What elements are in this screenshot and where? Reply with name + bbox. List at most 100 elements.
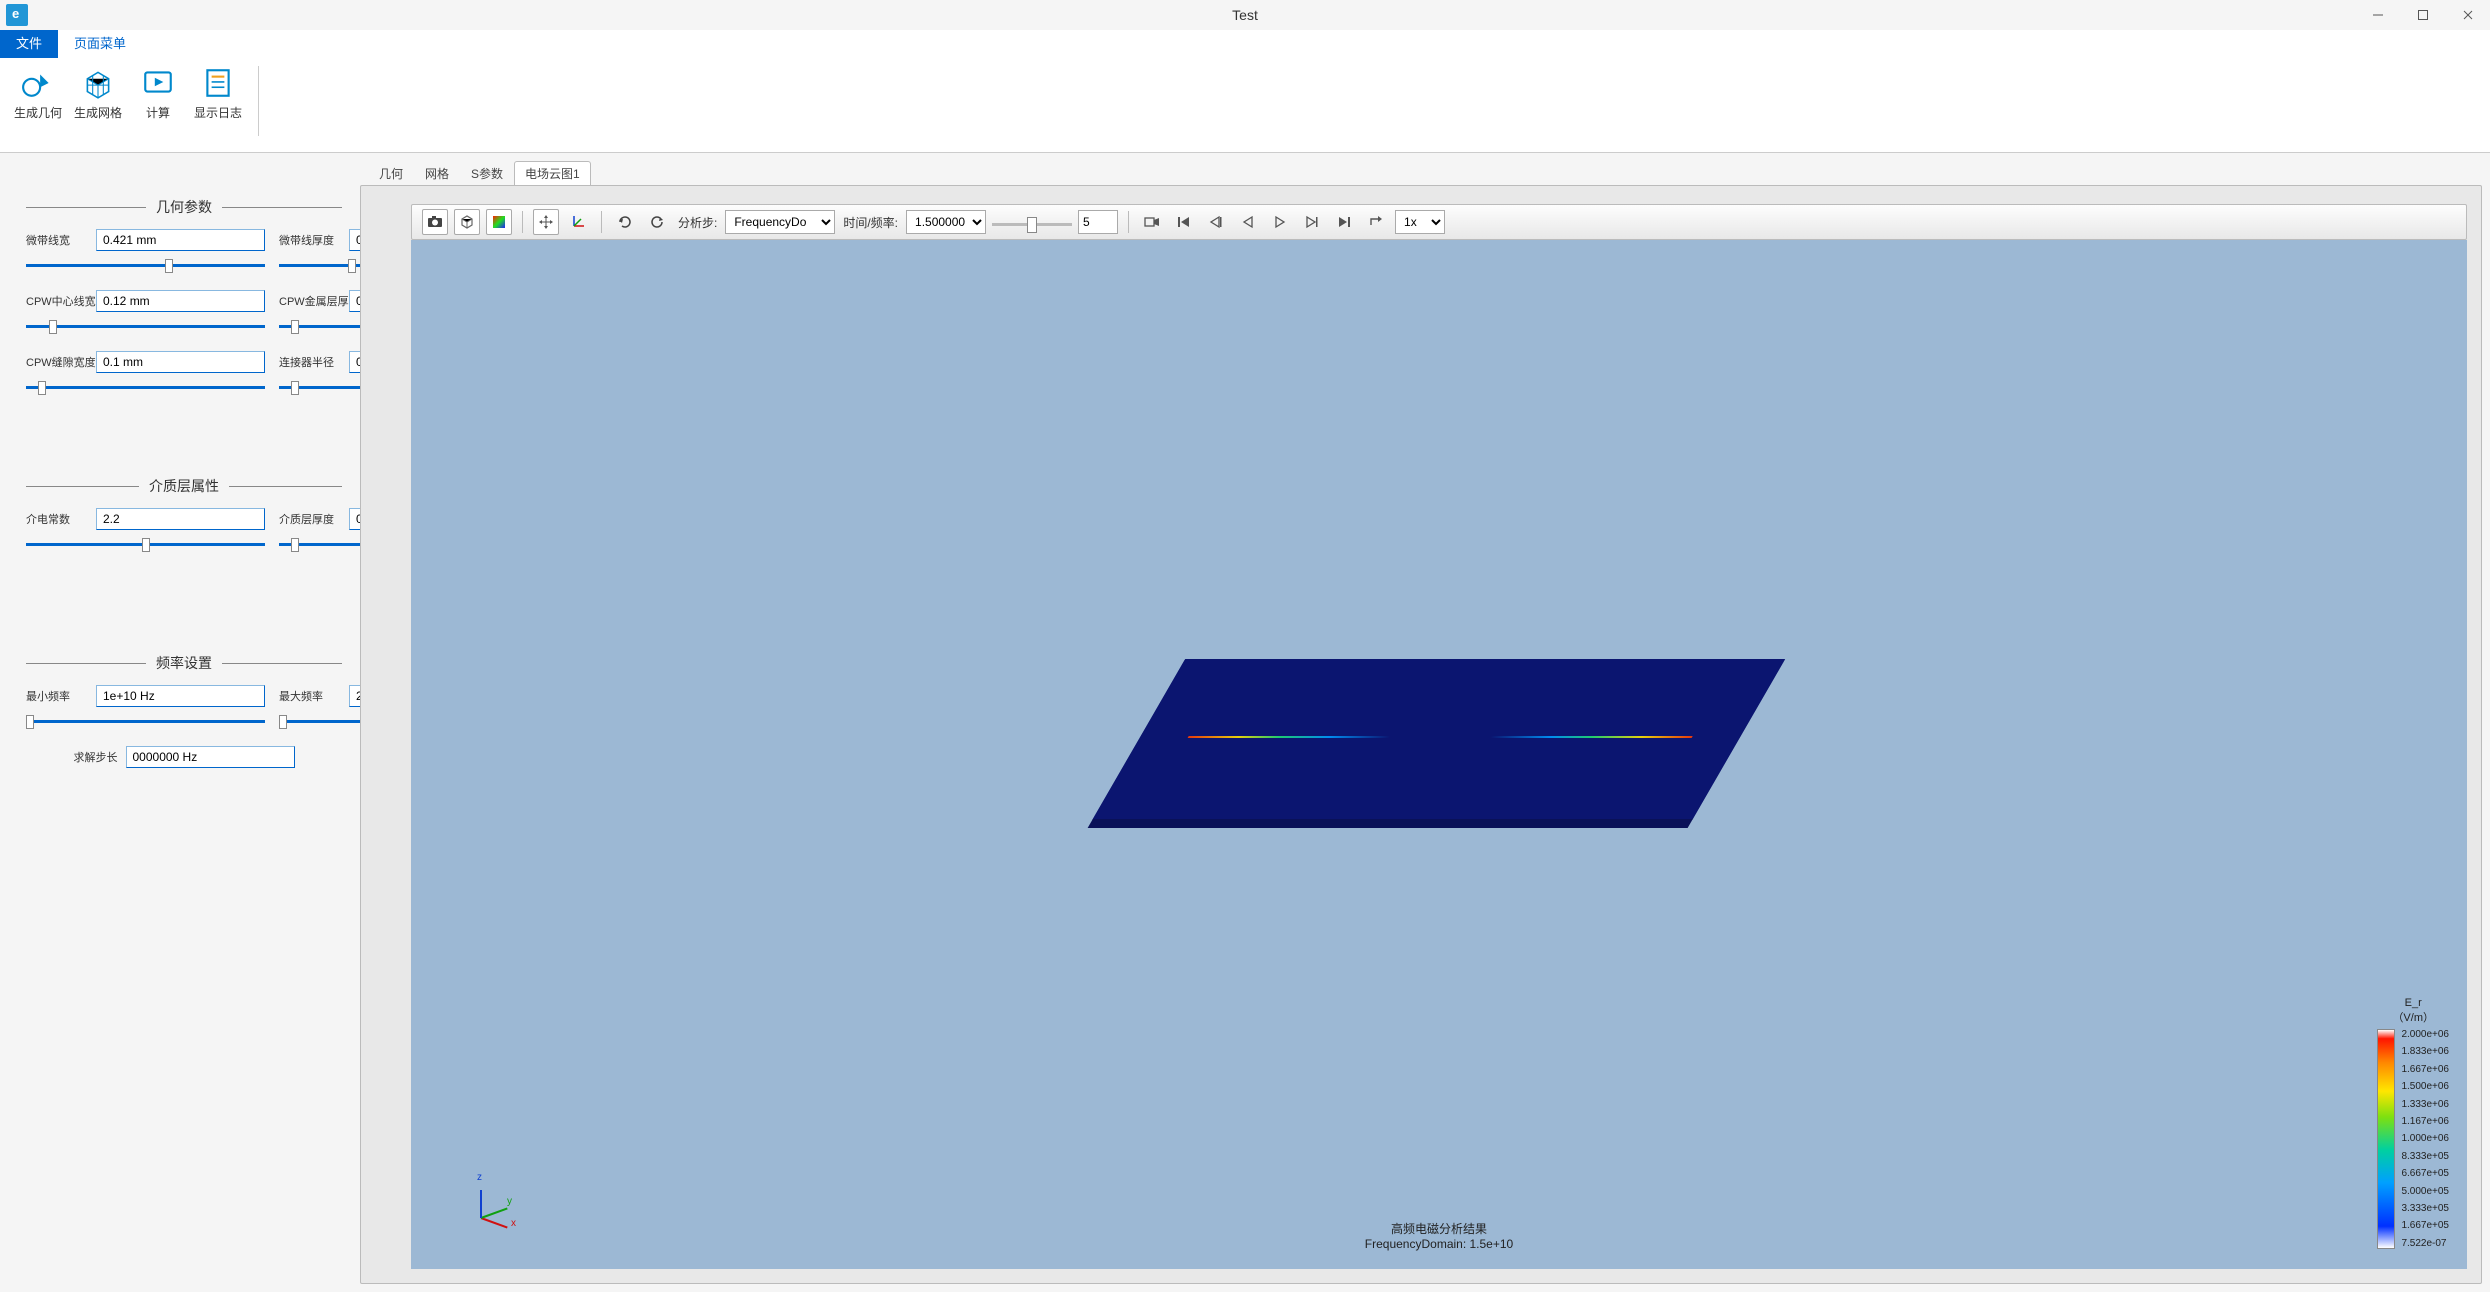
cpw-gap-width-slider[interactable] (26, 386, 265, 389)
cpw-gap-width-input[interactable] (96, 351, 265, 373)
sidebar: 几何参数 微带线宽 微带线厚度 CPW中心 (0, 153, 360, 1292)
strip-width-input[interactable] (96, 229, 265, 251)
legend-tick: 7.522e-07 (2401, 1238, 2449, 1249)
step-back-icon[interactable] (1203, 209, 1229, 235)
skip-last-icon[interactable] (1331, 209, 1357, 235)
group-title-geometry-label: 几何参数 (146, 197, 222, 217)
refresh-icon[interactable] (612, 209, 638, 235)
legend-tick: 1.333e+06 (2401, 1099, 2449, 1110)
maximize-button[interactable] (2400, 0, 2445, 30)
solve-step-label: 求解步长 (74, 749, 118, 765)
content-area: 几何 网格 S参数 电场云图1 分析步: FrequencyDo 时间/频率: … (360, 153, 2490, 1292)
frame-slider[interactable] (992, 213, 1072, 231)
playback-speed-select[interactable]: 1x (1395, 210, 1445, 234)
axes-triad: x y z (461, 1169, 521, 1229)
generate-mesh-button[interactable]: 生成网格 (70, 66, 126, 121)
camera-icon[interactable] (422, 209, 448, 235)
play-reverse-icon[interactable] (1235, 209, 1261, 235)
strip-width-label: 微带线宽 (26, 232, 90, 248)
content-tabs: 几何 网格 S参数 电场云图1 (360, 161, 2482, 185)
connector-radius-slider[interactable] (279, 386, 360, 389)
cpw-metal-thickness-slider[interactable] (279, 325, 360, 328)
permittivity-label: 介电常数 (26, 511, 90, 527)
tab-e-field-contour[interactable]: 电场云图1 (514, 161, 591, 185)
field-hotband (1188, 735, 1693, 737)
tab-mesh[interactable]: 网格 (414, 161, 460, 185)
cpw-center-width-slider[interactable] (26, 325, 265, 328)
colormap-icon[interactable] (486, 209, 512, 235)
cube-view-icon[interactable] (454, 209, 480, 235)
rotate-icon[interactable] (644, 209, 670, 235)
move-icon[interactable] (533, 209, 559, 235)
cpw-center-width-input[interactable] (96, 290, 265, 312)
viewer-toolbar: 分析步: FrequencyDo 时间/频率: 1.500000 1x (411, 204, 2467, 240)
window-controls (2355, 0, 2490, 30)
analysis-step-label: 分析步: (678, 214, 717, 231)
solve-step-input[interactable] (126, 746, 295, 768)
y-axis-label: y (507, 1196, 512, 1207)
group-title-dielectric: 介质层属性 (26, 476, 342, 496)
loop-icon[interactable] (1363, 209, 1389, 235)
cpw-center-width-label: CPW中心线宽 (26, 293, 90, 309)
legend-title: E_r （V/m） (2392, 996, 2434, 1025)
step-forward-icon[interactable] (1299, 209, 1325, 235)
viewport-3d[interactable]: x y z 高频电磁分析结果 FrequencyDomain: 1.5e+10 … (411, 240, 2467, 1269)
cpw-metal-thickness-label: CPW金属层厚度 (279, 293, 343, 309)
max-frequency-input[interactable] (349, 685, 360, 707)
record-icon[interactable] (1139, 209, 1165, 235)
log-icon (201, 66, 235, 100)
tab-page-menu[interactable]: 页面菜单 (58, 30, 142, 58)
cpw-metal-thickness-input[interactable] (349, 290, 360, 312)
skip-first-icon[interactable] (1171, 209, 1197, 235)
min-frequency-label: 最小频率 (26, 688, 90, 704)
play-forward-icon[interactable] (1267, 209, 1293, 235)
x-axis-label: x (511, 1218, 516, 1229)
legend-tick: 1.000e+06 (2401, 1133, 2449, 1144)
droplet-icon (21, 66, 55, 100)
minimize-button[interactable] (2355, 0, 2400, 30)
dielectric-thickness-slider[interactable] (279, 543, 360, 546)
legend-tick: 1.667e+06 (2401, 1064, 2449, 1075)
strip-thickness-label: 微带线厚度 (279, 232, 343, 248)
axes-triad-icon[interactable] (565, 209, 591, 235)
caption-line1: 高频电磁分析结果 (1365, 1220, 1513, 1237)
time-frequency-select[interactable]: 1.500000 (906, 210, 986, 234)
dielectric-thickness-label: 介质层厚度 (279, 511, 343, 527)
permittivity-input[interactable] (96, 508, 265, 530)
compute-button[interactable]: 计算 (130, 66, 186, 121)
generate-mesh-label: 生成网格 (74, 104, 122, 121)
tab-s-parameters[interactable]: S参数 (460, 161, 514, 185)
group-title-frequency-label: 频率设置 (146, 653, 222, 673)
titlebar: Test (0, 0, 2490, 30)
tab-file[interactable]: 文件 (0, 30, 58, 58)
frame-number-input[interactable] (1078, 210, 1118, 234)
ribbon-separator (258, 66, 259, 136)
menu-tabs: 文件 页面菜单 (0, 30, 2490, 58)
generate-geometry-button[interactable]: 生成几何 (10, 66, 66, 121)
ribbon: 生成几何 生成网格 计算 显示日志 (0, 58, 2490, 153)
legend-tick: 1.500e+06 (2401, 1081, 2449, 1092)
close-button[interactable] (2445, 0, 2490, 30)
toolbar-separator (522, 211, 523, 233)
app-icon (6, 4, 28, 26)
play-icon (141, 66, 175, 100)
max-frequency-slider[interactable] (279, 720, 360, 723)
strip-width-slider[interactable] (26, 264, 265, 267)
toolbar-separator (601, 211, 602, 233)
legend-tick: 5.000e+05 (2401, 1186, 2449, 1197)
y-axis-icon (481, 1207, 508, 1218)
min-frequency-input[interactable] (96, 685, 265, 707)
cpw-gap-width-label: CPW缝隙宽度 (26, 354, 90, 370)
min-frequency-slider[interactable] (26, 720, 265, 723)
strip-thickness-slider[interactable] (279, 264, 360, 267)
permittivity-slider[interactable] (26, 543, 265, 546)
generate-geometry-label: 生成几何 (14, 104, 62, 121)
tab-geometry[interactable]: 几何 (368, 161, 414, 185)
analysis-step-select[interactable]: FrequencyDo (725, 210, 835, 234)
show-log-button[interactable]: 显示日志 (190, 66, 246, 121)
legend-tick: 3.333e+05 (2401, 1203, 2449, 1214)
dielectric-thickness-input[interactable] (349, 508, 360, 530)
connector-radius-input[interactable] (349, 351, 360, 373)
legend-colorbar (2377, 1029, 2395, 1249)
strip-thickness-input[interactable] (349, 229, 360, 251)
